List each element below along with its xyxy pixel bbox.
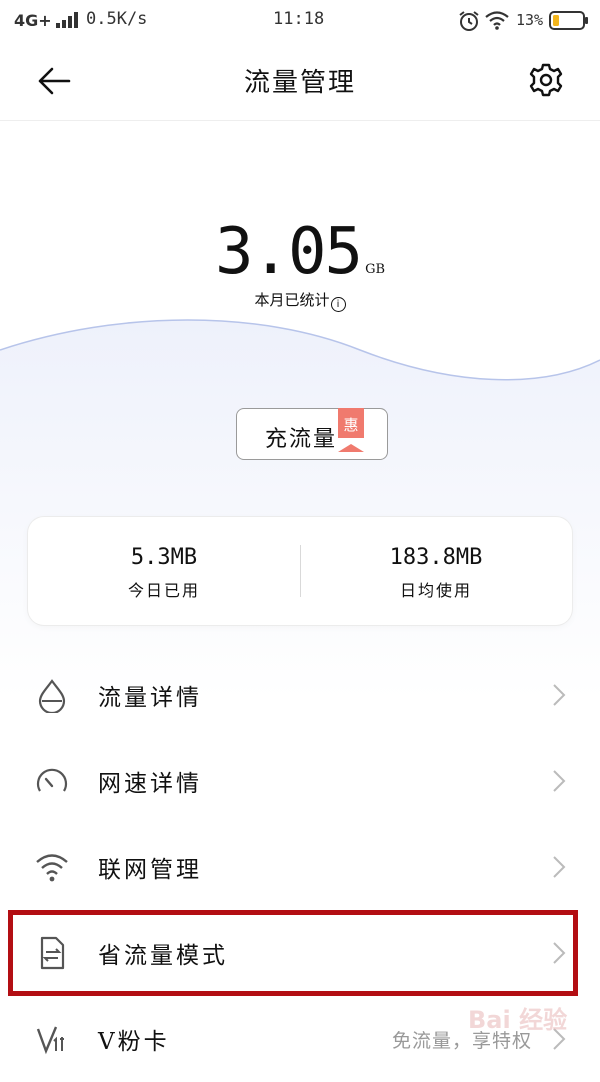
page-title: 流量管理 (243, 68, 356, 98)
wave-background (0, 319, 600, 700)
wifi-icon (36, 854, 68, 882)
speedometer-icon (36, 768, 68, 792)
menu-item-data-details[interactable]: 流量详情 (0, 652, 600, 738)
header: 流量管理 (0, 40, 600, 121)
network-speed: 0.5K/s (86, 9, 148, 29)
watermark: Bai 经验 (468, 1006, 568, 1034)
usage-label-row: 本月已统计 i (0, 289, 600, 312)
topup-button[interactable]: 充流量 惠 (236, 408, 388, 460)
signal-icon (56, 12, 78, 28)
battery-icon (549, 11, 588, 30)
highlight-box (8, 910, 578, 996)
discount-badge: 惠 (338, 408, 364, 452)
settings-gear-icon[interactable] (529, 63, 563, 97)
menu-label: 联网管理 (98, 857, 202, 883)
menu-label: 流量详情 (98, 685, 202, 711)
status-bar: 4G+ 0.5K/s 11:18 13% (0, 0, 600, 40)
menu-item-speed-details[interactable]: 网速详情 (0, 738, 600, 824)
daily-average-value: 183.8MB (389, 545, 483, 570)
info-icon[interactable]: i (330, 297, 346, 312)
stats-card: 5.3MB 今日已用 183.8MB 日均使用 (28, 517, 572, 625)
battery-percent: 13% (516, 11, 544, 29)
alarm-icon (459, 11, 479, 31)
topup-label: 充流量 (265, 427, 338, 452)
today-usage-label: 今日已用 (127, 581, 200, 600)
network-type: 4G+ (14, 11, 52, 30)
menu-item-network-management[interactable]: 联网管理 (0, 824, 600, 910)
chevron-right-icon (553, 770, 566, 792)
wifi-status-icon (485, 11, 509, 30)
menu-label: V粉卡 (98, 1029, 170, 1055)
daily-average-label: 日均使用 (399, 581, 472, 600)
monthly-usage: 3.05 GB (0, 215, 600, 289)
discount-badge-text: 惠 (343, 416, 359, 434)
usage-label: 本月已统计 (254, 291, 330, 309)
clock: 11:18 (273, 9, 325, 29)
droplet-icon (38, 679, 66, 713)
usage-value: 3.05 (214, 215, 363, 289)
chevron-right-icon (553, 684, 566, 706)
usage-unit: GB (365, 262, 386, 277)
today-usage-value: 5.3MB (130, 545, 198, 570)
menu-label: 网速详情 (98, 771, 202, 797)
chevron-right-icon (553, 856, 566, 878)
v-card-icon (36, 1026, 64, 1055)
